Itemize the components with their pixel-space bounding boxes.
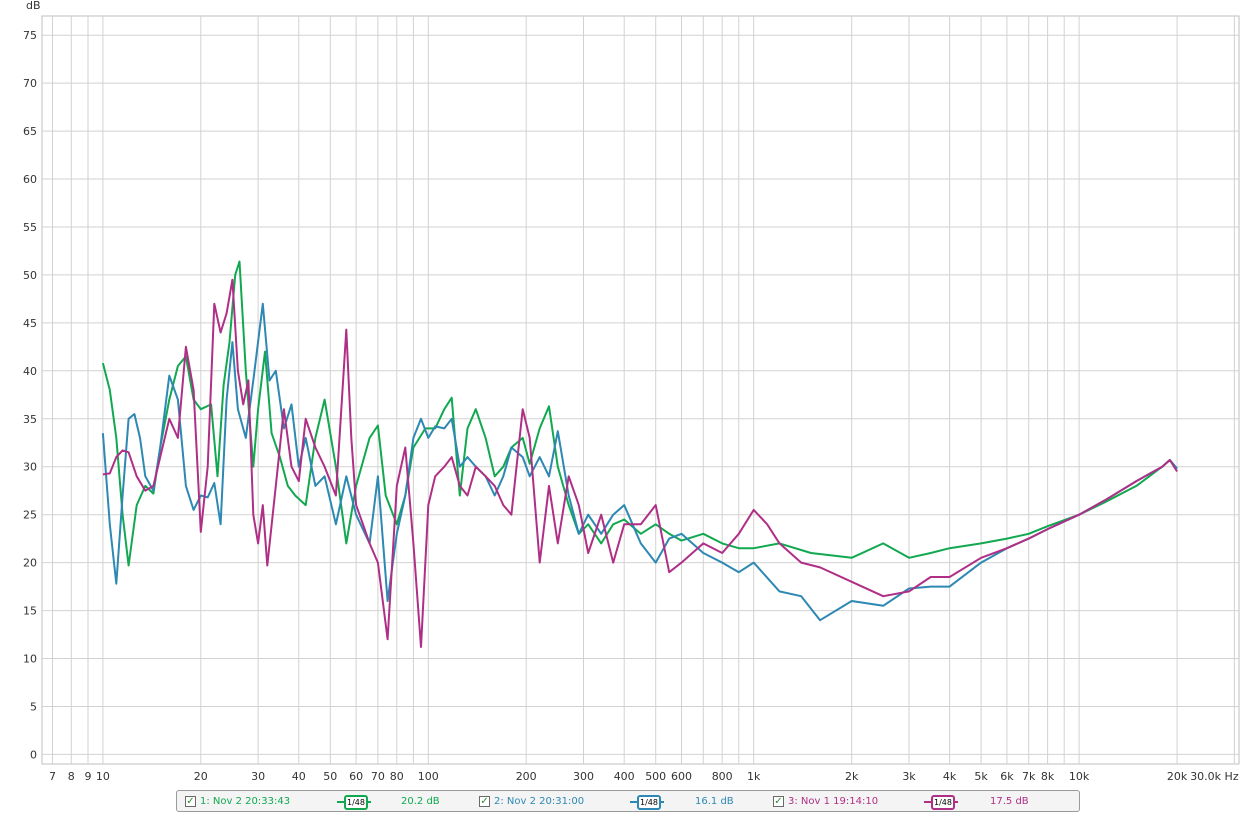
x-tick-label: 7k xyxy=(1022,770,1036,783)
x-tick-label: 8 xyxy=(68,770,75,783)
y-tick-label: 30 xyxy=(23,461,37,474)
y-tick-label: 45 xyxy=(23,317,37,330)
x-tick-label: 3k xyxy=(902,770,916,783)
x-tick-label: 400 xyxy=(614,770,635,783)
x-tick-label: 60 xyxy=(349,770,363,783)
x-tick-label: 4k xyxy=(943,770,957,783)
y-tick-label: 25 xyxy=(23,509,37,522)
smoothing-label-1: 1/48 xyxy=(344,795,368,810)
legend-item-1[interactable]: ✓ 1: Nov 2 20:33:43 xyxy=(185,794,290,809)
x-tick-label: 40 xyxy=(292,770,306,783)
plot-area xyxy=(41,15,1240,765)
smoothing-button-3[interactable]: 1/48 xyxy=(924,795,958,810)
x-tick-labels: 7 8 9 10 20 30 40 50 60 70 80 100 200 300 400 500 600 800… xyxy=(49,770,1239,783)
y-tick-labels: 0 5 10 15 20 25 30 35 40 45 50 55 60 65 70 75 xyxy=(23,29,37,761)
y-tick-label: 35 xyxy=(23,413,37,426)
x-tick-label: 70 xyxy=(371,770,385,783)
smoothing-button-2[interactable]: 1/48 xyxy=(630,795,664,810)
legend-label-1: 1: Nov 2 20:33:43 xyxy=(200,796,291,807)
x-tick-label: 8k xyxy=(1041,770,1055,783)
x-tick-label: 5k xyxy=(974,770,988,783)
x-tick-label: 6k xyxy=(1000,770,1014,783)
x-tick-label: 80 xyxy=(390,770,404,783)
x-tick-label: 30 xyxy=(251,770,265,783)
x-tick-label: 20k xyxy=(1167,770,1188,783)
x-tick-label: 100 xyxy=(418,770,439,783)
x-tick-label: 1k xyxy=(747,770,761,783)
smoothing-label-3: 1/48 xyxy=(931,795,955,810)
legend-level-2: 16.1 dB xyxy=(695,796,734,807)
x-tick-label: 2k xyxy=(845,770,859,783)
y-tick-label: 40 xyxy=(23,365,37,378)
y-tick-label: 70 xyxy=(23,77,37,90)
y-tick-label: 10 xyxy=(23,653,37,666)
x-tick-label: 300 xyxy=(573,770,594,783)
x-tick-label: 50 xyxy=(323,770,337,783)
y-tick-label: 75 xyxy=(23,29,37,42)
x-tick-label: 30.0k Hz xyxy=(1190,770,1239,783)
frequency-response-chart: dB 0 5 10 15 20 25 30 35 40 45 50 55 60 65 70 75 7 8 9 10 2… xyxy=(23,0,1240,783)
checkbox-icon[interactable]: ✓ xyxy=(479,796,490,807)
smoothing-button-1[interactable]: 1/48 xyxy=(337,795,371,810)
legend-item-2[interactable]: ✓ 2: Nov 2 20:31:00 xyxy=(479,794,584,809)
smoothing-label-2: 1/48 xyxy=(637,795,661,810)
y-tick-label: 60 xyxy=(23,173,37,186)
y-axis-unit-label: dB xyxy=(26,0,41,12)
x-tick-label: 500 xyxy=(645,770,666,783)
y-tick-label: 5 xyxy=(30,701,37,714)
y-tick-label: 20 xyxy=(23,557,37,570)
y-tick-label: 65 xyxy=(23,125,37,138)
x-tick-label: 600 xyxy=(671,770,692,783)
x-tick-label: 20 xyxy=(194,770,208,783)
x-tick-label: 800 xyxy=(712,770,733,783)
legend-label-3: 3: Nov 1 19:14:10 xyxy=(788,796,879,807)
y-tick-label: 15 xyxy=(23,605,37,618)
x-tick-label: 10k xyxy=(1069,770,1090,783)
y-tick-label: 0 xyxy=(30,748,37,761)
checkbox-icon[interactable]: ✓ xyxy=(185,796,196,807)
legend-level-3: 17.5 dB xyxy=(990,796,1029,807)
checkbox-icon[interactable]: ✓ xyxy=(773,796,784,807)
x-tick-label: 9 xyxy=(85,770,92,783)
legend-bar: ✓ 1: Nov 2 20:33:43 1/48 20.2 dB ✓ 2: No… xyxy=(176,790,1080,812)
y-tick-label: 50 xyxy=(23,269,37,282)
x-tick-label: 10 xyxy=(96,770,110,783)
y-tick-label: 55 xyxy=(23,221,37,234)
legend-item-3[interactable]: ✓ 3: Nov 1 19:14:10 xyxy=(773,794,878,809)
legend-level-1: 20.2 dB xyxy=(401,796,440,807)
x-tick-label: 200 xyxy=(516,770,537,783)
x-tick-label: 7 xyxy=(49,770,56,783)
legend-label-2: 2: Nov 2 20:31:00 xyxy=(494,796,585,807)
